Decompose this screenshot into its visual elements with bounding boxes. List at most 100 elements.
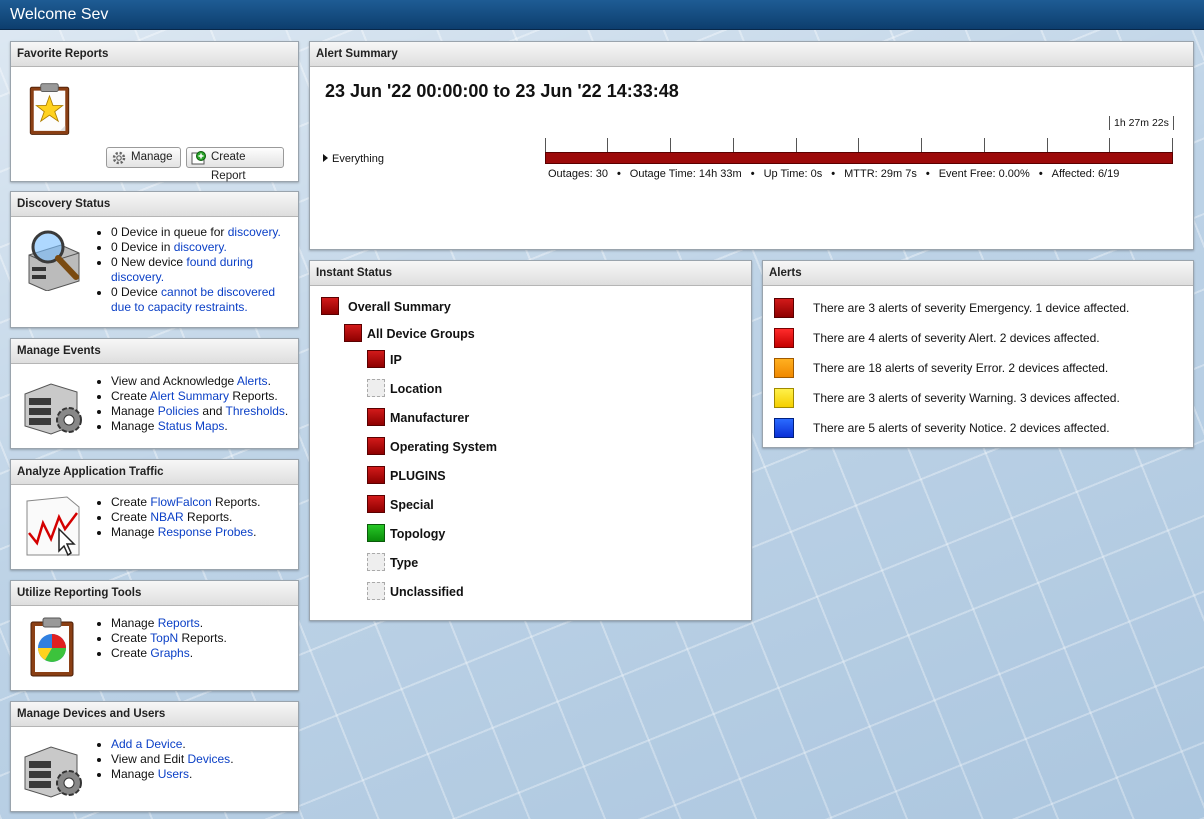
group-label[interactable]: Manufacturer (390, 411, 469, 425)
status-maps-link[interactable]: Status Maps (158, 419, 225, 433)
group-status-indicator[interactable] (367, 437, 385, 455)
severity-indicator[interactable] (774, 328, 794, 348)
stat-mttr: MTTR: 29m 7s (844, 168, 917, 180)
list-item: Create Graphs. (95, 646, 295, 661)
summary-stats: Outages: 30 • Outage Time: 14h 33m • Up Time… (548, 168, 1120, 180)
instant-status-panel: Instant Status Overall Summary All Devic… (309, 260, 752, 621)
outage-timeline-bar[interactable] (545, 152, 1173, 164)
alert-row-text[interactable]: There are 3 alerts of severity Emergency… (813, 301, 1129, 315)
add-report-icon (191, 151, 206, 165)
topn-link[interactable]: TopN (150, 631, 178, 645)
timeline-tick (796, 138, 797, 152)
thresholds-link[interactable]: Thresholds (226, 404, 285, 418)
stat-event-free: Event Free: 0.00% (938, 168, 1030, 180)
panel-title: Manage Devices and Users (11, 702, 298, 727)
all-groups-status-indicator[interactable] (344, 324, 362, 342)
group-status-indicator[interactable] (367, 524, 385, 542)
severity-indicator[interactable] (774, 418, 794, 438)
manage-button[interactable]: Manage (106, 147, 181, 168)
timeline-tick (670, 138, 671, 152)
discovery-status-panel: Discovery Status 0 Device in queue for d… (10, 191, 299, 328)
discovery-queue-link[interactable]: discovery. (228, 225, 281, 239)
traffic-list: Create FlowFalcon Reports. Create NBAR R… (95, 495, 295, 540)
list-item: Manage Response Probes. (95, 525, 295, 540)
timeline-tick (1047, 138, 1048, 152)
list-item: Create FlowFalcon Reports. (95, 495, 295, 510)
policies-link[interactable]: Policies (158, 404, 199, 418)
group-status-indicator[interactable] (367, 466, 385, 484)
panel-title: Utilize Reporting Tools (11, 581, 298, 606)
discovery-link[interactable]: discovery. (174, 240, 227, 254)
timeline-tick (1172, 138, 1173, 152)
group-label[interactable]: IP (390, 353, 402, 367)
list-item: Manage Users. (95, 767, 295, 782)
list-item: Add a Device. (95, 737, 295, 752)
reports-link[interactable]: Reports (158, 616, 200, 630)
discovery-magnifier-icon (28, 230, 80, 291)
group-status-indicator[interactable] (367, 350, 385, 368)
list-item: Create TopN Reports. (95, 631, 295, 646)
timeline-tick (1109, 138, 1110, 152)
flowfalcon-link[interactable]: FlowFalcon (150, 495, 211, 509)
list-item: 0 New device found during discovery. (95, 255, 295, 285)
nbar-link[interactable]: NBAR (150, 510, 183, 524)
group-status-indicator[interactable] (367, 379, 385, 397)
reporting-tools-panel: Utilize Reporting Tools Manage Reports. … (10, 580, 299, 691)
group-label[interactable]: Type (390, 556, 418, 570)
group-label[interactable]: Unclassified (390, 585, 464, 599)
add-device-link[interactable]: Add a Device (111, 737, 182, 751)
list-item: Manage Policies and Thresholds. (95, 404, 295, 419)
severity-indicator[interactable] (774, 298, 794, 318)
group-label[interactable]: Location (390, 382, 442, 396)
severity-indicator[interactable] (774, 388, 794, 408)
alert-row-text[interactable]: There are 18 alerts of severity Error. 2… (813, 361, 1108, 375)
welcome-header: Welcome Sev (0, 0, 1204, 30)
list-item: Create Alert Summary Reports. (95, 389, 295, 404)
list-item: 0 Device in discovery. (95, 240, 295, 255)
severity-indicator[interactable] (774, 358, 794, 378)
events-list: View and Acknowledge Alerts. Create Aler… (95, 374, 295, 434)
stat-outages: Outages: 30 (548, 168, 608, 180)
timeline-tick (921, 138, 922, 152)
group-status-indicator[interactable] (367, 582, 385, 600)
overall-status-indicator[interactable] (321, 297, 339, 315)
alert-row-text[interactable]: There are 3 alerts of severity Warning. … (813, 391, 1120, 405)
devices-link[interactable]: Devices (188, 752, 231, 766)
panel-title: Favorite Reports (11, 42, 298, 67)
group-label[interactable]: Topology (390, 527, 445, 541)
group-label[interactable]: PLUGINS (390, 469, 446, 483)
clipboard-pie-chart-icon (30, 617, 74, 677)
discovery-list: 0 Device in queue for discovery. 0 Devic… (95, 225, 295, 315)
graphs-link[interactable]: Graphs (150, 646, 189, 660)
everything-group-toggle[interactable]: Everything (323, 153, 384, 165)
group-status-indicator[interactable] (367, 408, 385, 426)
all-device-groups-label[interactable]: All Device Groups (367, 327, 475, 341)
alert-row-text[interactable]: There are 4 alerts of severity Alert. 2 … (813, 331, 1100, 345)
list-item: Create NBAR Reports. (95, 510, 295, 525)
devices-list: Add a Device. View and Edit Devices. Man… (95, 737, 295, 782)
group-label[interactable]: Operating System (390, 440, 497, 454)
manage-devices-panel: Manage Devices and Users Add a Device. V… (10, 701, 299, 812)
group-label[interactable]: Special (390, 498, 434, 512)
gear-icon (112, 151, 126, 165)
list-item: View and Edit Devices. (95, 752, 295, 767)
alerts-link[interactable]: Alerts (237, 374, 268, 388)
stat-outage-time: Outage Time: 14h 33m (629, 168, 742, 180)
group-status-indicator[interactable] (367, 553, 385, 571)
create-report-button[interactable]: Create Report (186, 147, 284, 182)
users-link[interactable]: Users (158, 767, 189, 781)
group-status-indicator[interactable] (367, 495, 385, 513)
timeline-tick (607, 138, 608, 152)
date-range-title: 23 Jun '22 00:00:00 to 23 Jun '22 14:33:… (325, 81, 679, 101)
list-item: View and Acknowledge Alerts. (95, 374, 295, 389)
alert-summary-panel: Alert Summary 23 Jun '22 00:00:00 to 23 … (309, 41, 1194, 250)
timeline-tick (984, 138, 985, 152)
panel-title: Alert Summary (310, 42, 1193, 67)
overall-summary-label[interactable]: Overall Summary (348, 300, 451, 314)
server-gear-icon (24, 383, 82, 435)
server-gear-icon (24, 746, 82, 798)
response-probes-link[interactable]: Response Probes (158, 525, 253, 539)
list-item: 0 Device cannot be discovered due to cap… (95, 285, 295, 315)
alert-row-text[interactable]: There are 5 alerts of severity Notice. 2… (813, 421, 1110, 435)
alert-summary-link[interactable]: Alert Summary (150, 389, 229, 403)
